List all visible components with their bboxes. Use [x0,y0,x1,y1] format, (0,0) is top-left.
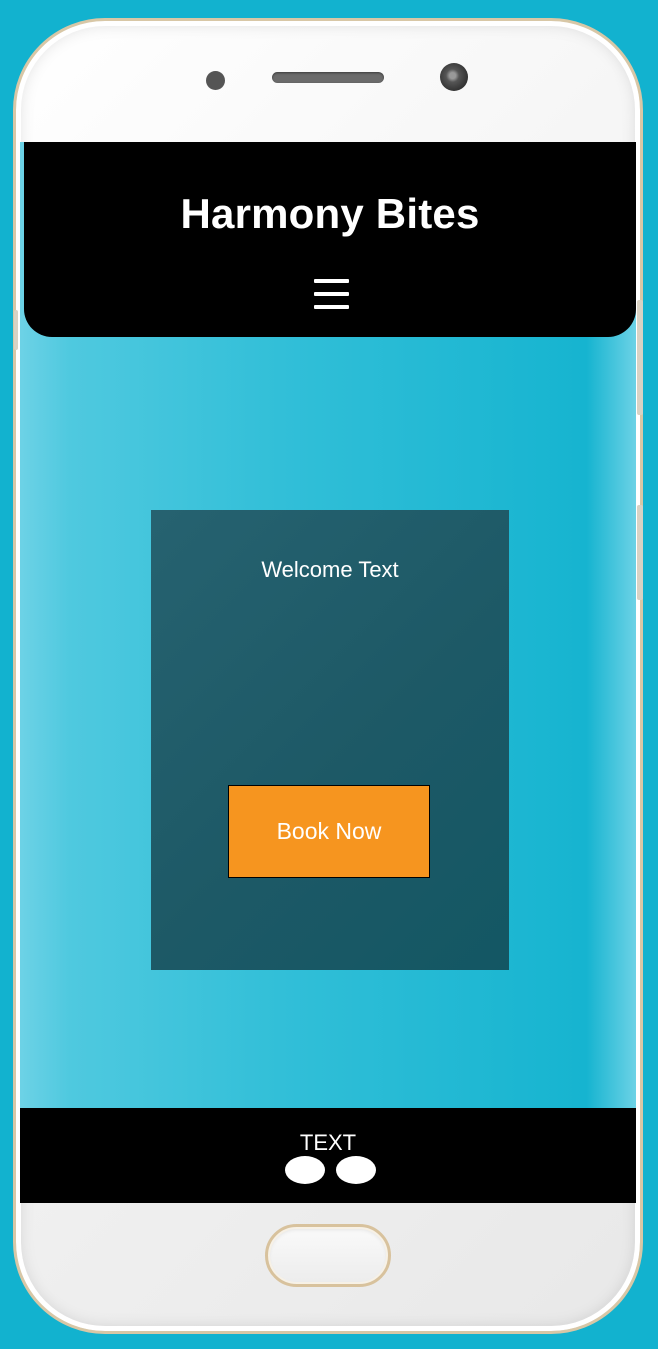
phone-side-button-lower [637,505,643,600]
page-indicator-dot-icon[interactable] [336,1156,376,1184]
home-button[interactable] [265,1224,391,1287]
hamburger-menu-icon [314,292,349,296]
welcome-text: Welcome Text [261,557,399,582]
footer-bar: TEXT [20,1108,636,1203]
front-camera-icon [440,63,468,91]
phone-screen: Harmony Bites Welcome Text Book Now TEXT [20,142,636,1203]
proximity-sensor-icon [206,71,225,90]
welcome-card: Welcome Text Book Now [151,510,509,970]
speaker-grill [272,72,384,83]
hamburger-menu-icon [314,279,349,283]
phone-side-button-upper [637,300,643,415]
hamburger-menu-icon [314,305,349,309]
book-now-button[interactable]: Book Now [228,785,430,878]
menu-button[interactable] [314,279,349,310]
app-title: Harmony Bites [180,190,480,237]
page-indicator-dot-icon[interactable] [285,1156,325,1184]
footer-text: TEXT [299,1130,357,1155]
app-header: Harmony Bites [24,142,636,337]
phone-left-button [14,310,18,350]
